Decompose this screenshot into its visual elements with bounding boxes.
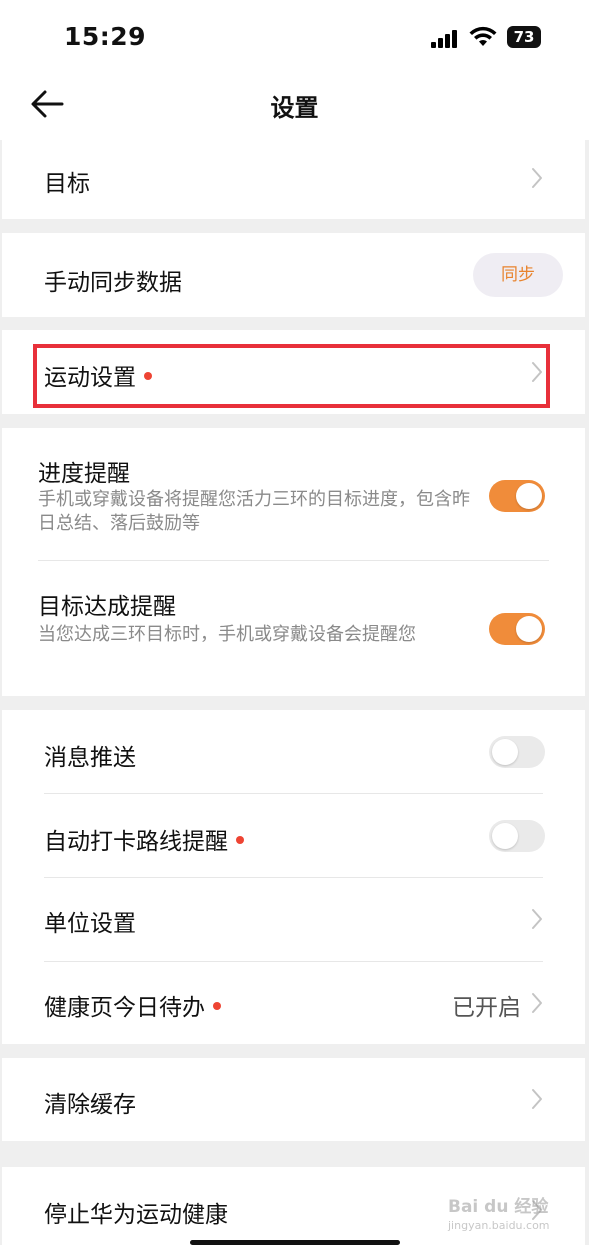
clear-cache-label: 清除缓存 <box>44 1092 136 1118</box>
sync-card: 手动同步数据 同步 <box>2 233 585 317</box>
sport-settings-row[interactable]: 运动设置 <box>2 330 585 414</box>
auto-checkin-route-label: 自动打卡路线提醒 <box>44 829 228 855</box>
chevron-right-icon <box>531 361 543 383</box>
goal-row[interactable]: 目标 <box>2 140 585 219</box>
progress-reminder-desc: 手机或穿戴设备将提醒您活力三环的目标进度，包含昨日总结、落后鼓励等 <box>38 489 470 534</box>
health-todo-label: 健康页今日待办 <box>44 995 205 1021</box>
goal-card: 目标 <box>2 140 585 219</box>
goal-reached-reminder-desc: 当您达成三环目标时，手机或穿戴设备会提醒您 <box>38 624 416 645</box>
goal-reached-reminder-toggle[interactable] <box>489 613 545 645</box>
signal-icon <box>431 28 463 48</box>
reminders-card: 进度提醒 手机或穿戴设备将提醒您活力三环的目标进度，包含昨日总结、落后鼓励等 目… <box>2 428 585 696</box>
toggle-knob <box>492 823 518 849</box>
unit-settings-row[interactable]: 单位设置 <box>2 878 585 961</box>
new-dot-icon <box>144 371 152 380</box>
status-time: 15:29 <box>64 22 147 51</box>
new-dot-icon <box>236 835 244 844</box>
goal-label: 目标 <box>44 171 90 197</box>
sport-settings-card: 运动设置 <box>2 330 585 414</box>
status-bar: 15:29 73 <box>0 0 589 76</box>
goal-reached-reminder-row: 目标达成提醒 当您达成三环目标时，手机或穿戴设备会提醒您 <box>2 561 585 696</box>
clear-cache-card: 清除缓存 <box>2 1058 585 1141</box>
chevron-right-icon <box>531 167 543 189</box>
progress-reminder-toggle[interactable] <box>489 480 545 512</box>
toggle-knob <box>492 739 518 765</box>
battery-level: 73 <box>513 28 535 46</box>
sync-button[interactable]: 同步 <box>473 253 563 297</box>
health-todo-row[interactable]: 健康页今日待办 已开启 <box>2 962 585 1044</box>
push-notifications-toggle[interactable] <box>489 736 545 768</box>
battery-icon: 73 <box>507 26 541 48</box>
watermark-brand: Bai du 经验 <box>448 1197 549 1217</box>
wifi-icon <box>469 26 497 46</box>
push-notifications-row: 消息推送 <box>2 710 585 793</box>
toggle-knob <box>516 483 542 509</box>
sport-settings-label-wrap: 运动设置 <box>44 358 152 392</box>
health-todo-value: 已开启 <box>452 995 521 1021</box>
general-settings-card: 消息推送 自动打卡路线提醒 单位设置 健康页今日待办 已开启 <box>2 710 585 1044</box>
clear-cache-row[interactable]: 清除缓存 <box>2 1058 585 1141</box>
watermark: Bai du 经验 jingyan.baidu.com <box>448 1192 573 1238</box>
health-todo-label-wrap: 健康页今日待办 <box>44 988 221 1022</box>
home-indicator <box>190 1240 400 1245</box>
chevron-right-icon <box>531 908 543 930</box>
chevron-right-icon <box>531 1088 543 1110</box>
unit-settings-label: 单位设置 <box>44 911 136 937</box>
toggle-knob <box>516 616 542 642</box>
push-notifications-label: 消息推送 <box>44 745 136 771</box>
auto-checkin-route-label-wrap: 自动打卡路线提醒 <box>44 822 244 856</box>
progress-reminder-title: 进度提醒 <box>38 461 130 487</box>
goal-reached-reminder-title: 目标达成提醒 <box>38 594 176 620</box>
page-title: 设置 <box>270 94 319 122</box>
sport-settings-label: 运动设置 <box>44 365 136 391</box>
watermark-url: jingyan.baidu.com <box>448 1219 550 1232</box>
sync-row: 手动同步数据 同步 <box>2 233 585 317</box>
sync-label: 手动同步数据 <box>44 270 182 296</box>
nav-bar: 设置 <box>0 76 589 140</box>
stop-service-label: 停止华为运动健康 <box>44 1202 228 1228</box>
auto-checkin-route-toggle[interactable] <box>489 820 545 852</box>
chevron-right-icon <box>531 992 543 1014</box>
progress-reminder-row: 进度提醒 手机或穿戴设备将提醒您活力三环的目标进度，包含昨日总结、落后鼓励等 <box>2 428 585 560</box>
new-dot-icon <box>213 1001 221 1010</box>
auto-checkin-route-row: 自动打卡路线提醒 <box>2 794 585 877</box>
